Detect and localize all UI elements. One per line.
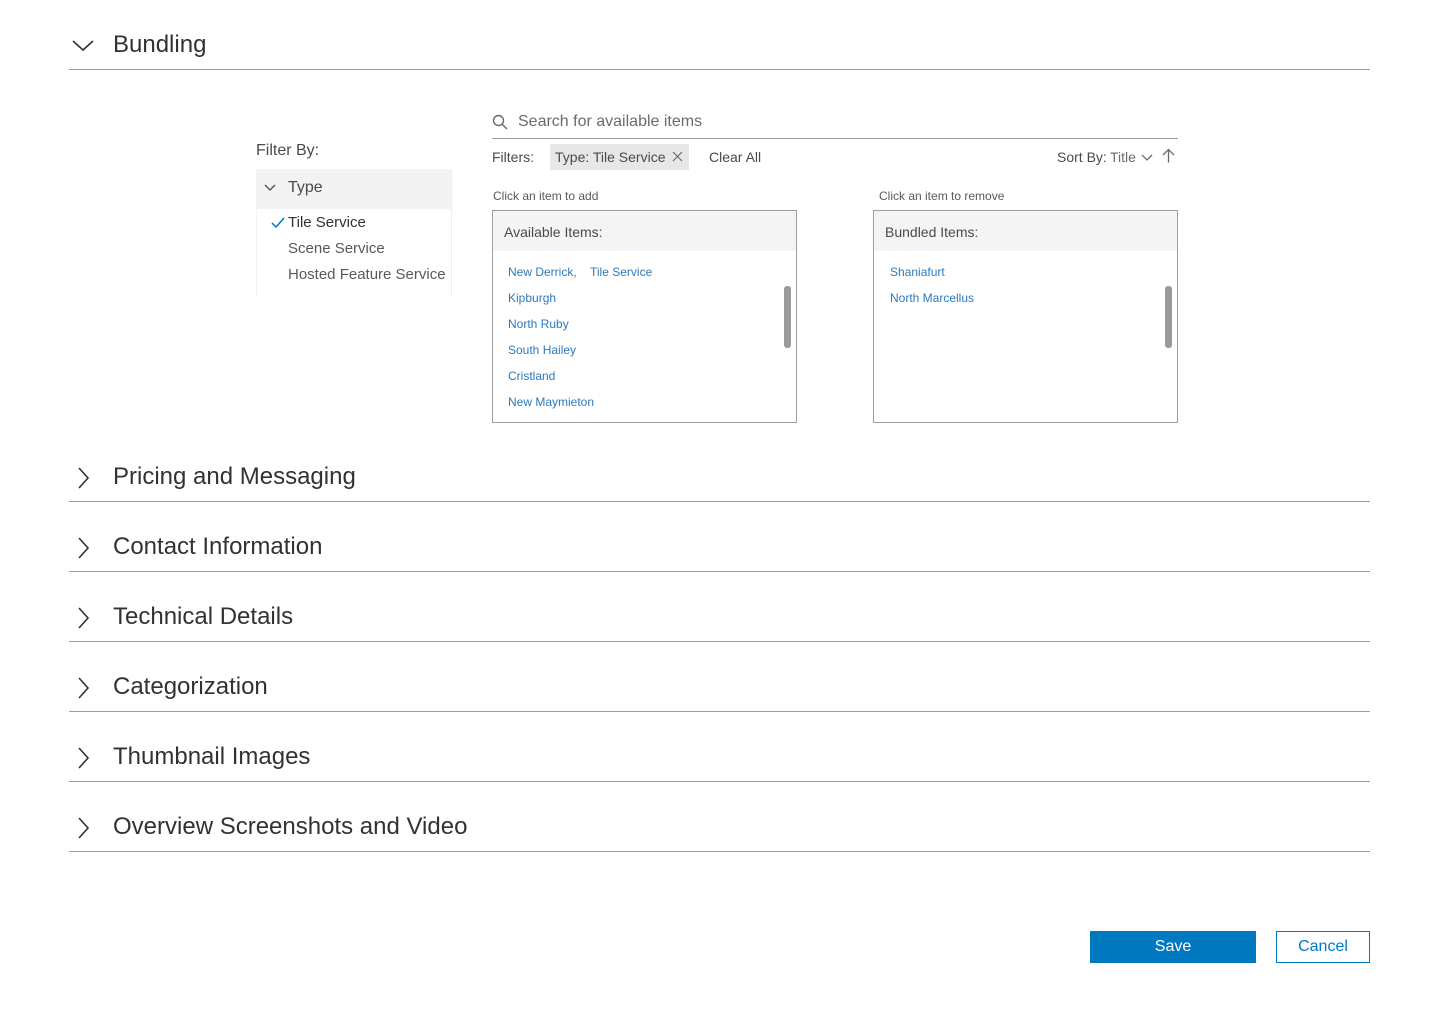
section-header-thumbnail[interactable]: Thumbnail Images xyxy=(69,742,1370,782)
scrollbar-thumb[interactable] xyxy=(1165,286,1172,348)
search-input[interactable] xyxy=(518,110,1158,134)
list-item-type-tag[interactable]: Tile Service xyxy=(590,265,652,279)
section-header-bundling[interactable]: Bundling xyxy=(69,30,1370,70)
section-title-contact: Contact Information xyxy=(113,533,323,560)
section-header-overview[interactable]: Overview Screenshots and Video xyxy=(69,812,1370,852)
check-icon xyxy=(271,217,285,229)
filter-chip-label: Type: Tile Service xyxy=(555,149,666,165)
section-title-bundling: Bundling xyxy=(113,31,207,58)
sort-by-select[interactable]: Title xyxy=(1110,149,1136,165)
section-title-overview: Overview Screenshots and Video xyxy=(113,813,468,840)
list-item[interactable]: New Derrick, xyxy=(508,265,577,279)
available-hint: Click an item to add xyxy=(493,189,599,203)
chevron-down-icon xyxy=(72,40,94,52)
chevron-right-icon xyxy=(78,607,90,629)
search-bar xyxy=(492,108,1178,139)
bundled-items-list: Bundled Items: Shaniafurt North Marcellu… xyxy=(873,210,1178,423)
section-header-pricing[interactable]: Pricing and Messaging xyxy=(69,462,1370,502)
filter-group-type: Type Tile Service Scene Service Hosted F… xyxy=(256,169,452,297)
filter-group-type-label: Type xyxy=(288,179,323,196)
filter-option-scene-service[interactable]: Scene Service xyxy=(288,240,385,257)
section-header-contact[interactable]: Contact Information xyxy=(69,532,1370,572)
section-title-thumbnail: Thumbnail Images xyxy=(113,743,311,770)
filter-option-tile-service[interactable]: Tile Service xyxy=(288,214,366,231)
section-title-pricing: Pricing and Messaging xyxy=(113,463,356,490)
search-icon xyxy=(492,114,508,130)
save-button[interactable]: Save xyxy=(1090,931,1256,963)
sort-ascending-icon[interactable] xyxy=(1162,148,1175,163)
close-icon[interactable] xyxy=(672,151,683,162)
available-items-title: Available Items: xyxy=(504,224,603,240)
section-title-categorization: Categorization xyxy=(113,673,268,700)
list-item[interactable]: North Ruby xyxy=(508,317,569,331)
cancel-button[interactable]: Cancel xyxy=(1276,931,1370,963)
filter-option-hosted-feature-service[interactable]: Hosted Feature Service xyxy=(288,266,446,283)
section-header-categorization[interactable]: Categorization xyxy=(69,672,1370,712)
list-item[interactable]: North Marcellus xyxy=(890,291,974,305)
filter-group-type-header[interactable]: Type xyxy=(257,169,451,209)
chevron-down-icon xyxy=(264,184,276,191)
available-items-header: Available Items: xyxy=(493,211,796,251)
filter-by-label: Filter By: xyxy=(256,142,320,159)
filter-chip: Type: Tile Service xyxy=(550,144,689,170)
clear-all-link[interactable]: Clear All xyxy=(709,149,761,165)
available-items-list: Available Items: New Derrick, Tile Servi… xyxy=(492,210,797,423)
chevron-right-icon xyxy=(78,817,90,839)
chevron-right-icon xyxy=(78,537,90,559)
scrollbar-thumb[interactable] xyxy=(784,286,791,348)
filters-label: Filters: xyxy=(492,149,534,165)
chevron-right-icon xyxy=(78,467,90,489)
chevron-right-icon xyxy=(78,747,90,769)
list-item[interactable]: Shaniafurt xyxy=(890,265,945,279)
chevron-right-icon xyxy=(78,677,90,699)
section-header-technical[interactable]: Technical Details xyxy=(69,602,1370,642)
list-item[interactable]: Cristland xyxy=(508,369,555,383)
chevron-down-icon[interactable] xyxy=(1141,153,1153,163)
sort-by-label: Sort By: xyxy=(1057,149,1107,165)
bundled-hint: Click an item to remove xyxy=(879,189,1005,203)
bundled-items-title: Bundled Items: xyxy=(885,224,979,240)
list-item[interactable]: South Hailey xyxy=(508,343,576,357)
bundled-items-header: Bundled Items: xyxy=(874,211,1177,251)
list-item[interactable]: Kipburgh xyxy=(508,291,556,305)
list-item[interactable]: New Maymieton xyxy=(508,395,594,409)
section-title-technical: Technical Details xyxy=(113,603,294,630)
